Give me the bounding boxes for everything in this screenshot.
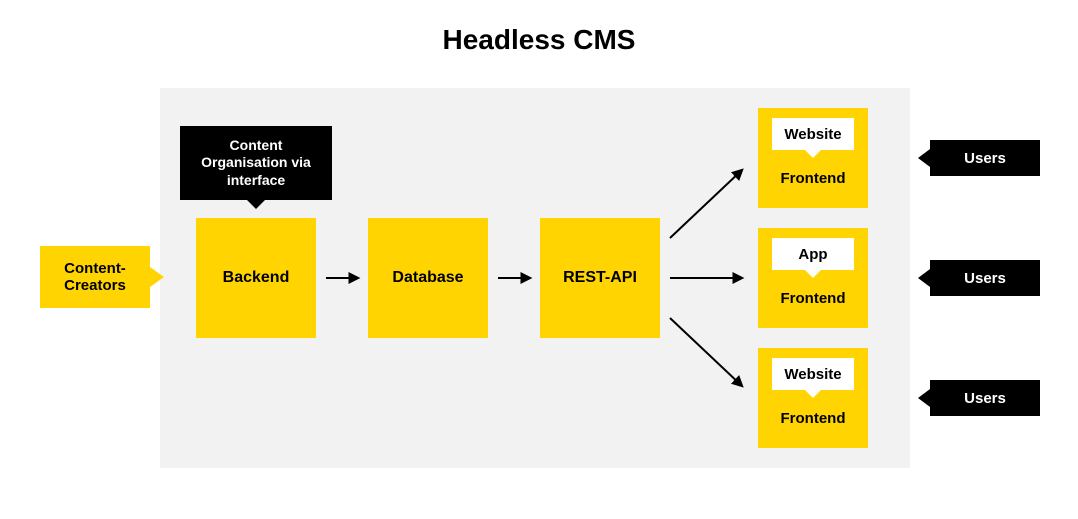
tag-notch-icon — [805, 150, 821, 158]
box-rest-api-label: REST-API — [563, 269, 637, 287]
arrow-icon — [150, 267, 164, 287]
frontend-tag: Website — [772, 358, 854, 390]
tooltip-label: Content Organisation via interface — [190, 137, 322, 190]
frontend-tag: Website — [772, 118, 854, 150]
box-content-creators-label: Content- Creators — [64, 260, 126, 294]
box-users-bottom: Users — [930, 380, 1040, 416]
box-frontend-website-top: Website Frontend — [758, 108, 868, 208]
frontend-label: Frontend — [758, 290, 868, 307]
arrow-left-icon — [918, 149, 930, 167]
frontend-label: Frontend — [758, 410, 868, 427]
box-database-label: Database — [392, 269, 463, 287]
users-label: Users — [964, 390, 1006, 407]
frontend-tag: App — [772, 238, 854, 270]
arrow-left-icon — [918, 269, 930, 287]
box-backend-label: Backend — [223, 269, 290, 287]
box-database: Database — [368, 218, 488, 338]
tooltip-content-organisation: Content Organisation via interface — [180, 126, 332, 200]
tag-notch-icon — [805, 270, 821, 278]
box-rest-api: REST-API — [540, 218, 660, 338]
tag-notch-icon — [805, 390, 821, 398]
box-frontend-website-bottom: Website Frontend — [758, 348, 868, 448]
users-label: Users — [964, 270, 1006, 287]
box-content-creators: Content- Creators — [40, 246, 150, 308]
tooltip-notch-icon — [247, 200, 265, 209]
box-backend: Backend — [196, 218, 316, 338]
page-title: Headless CMS — [0, 24, 1078, 56]
box-users-top: Users — [930, 140, 1040, 176]
box-frontend-app: App Frontend — [758, 228, 868, 328]
users-label: Users — [964, 150, 1006, 167]
arrow-left-icon — [918, 389, 930, 407]
box-users-middle: Users — [930, 260, 1040, 296]
frontend-label: Frontend — [758, 170, 868, 187]
